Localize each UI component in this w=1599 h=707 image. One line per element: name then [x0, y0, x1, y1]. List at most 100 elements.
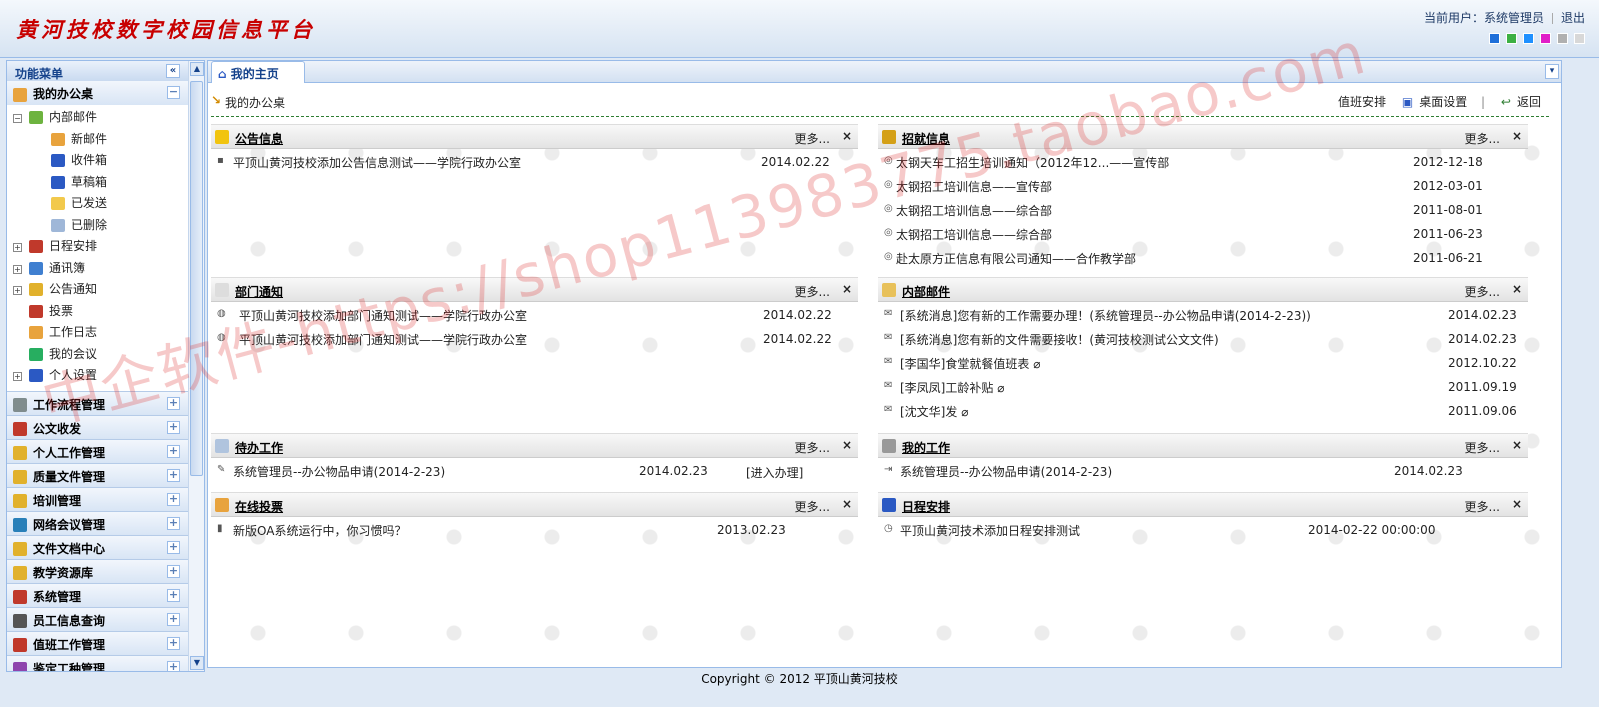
tab-home[interactable]: ⌂ 我的主页: [211, 61, 305, 83]
expand-icon[interactable]: +: [167, 540, 180, 554]
skin-swatch[interactable]: [1506, 33, 1517, 44]
expand-icon[interactable]: +: [167, 468, 180, 482]
menu-section[interactable]: 值班工作管理 +: [7, 630, 188, 655]
scroll-thumb[interactable]: [190, 81, 203, 476]
menu-section[interactable]: 工作流程管理 +: [7, 390, 188, 415]
menu-section[interactable]: 个人工作管理 +: [7, 438, 188, 463]
tab-menu-icon[interactable]: ▾: [1545, 64, 1559, 79]
menu-section[interactable]: 公文收发 +: [7, 414, 188, 439]
scroll-down-icon[interactable]: ▼: [190, 656, 204, 670]
sidebar-item[interactable]: 收件箱: [7, 150, 188, 172]
scroll-up-icon[interactable]: ▲: [190, 62, 204, 76]
panel-title[interactable]: 部门通知: [235, 283, 283, 300]
more-link[interactable]: 更多...: [1465, 439, 1500, 456]
item-link[interactable]: 平顶山黄河技校添加部门通知测试——学院行政办公室: [239, 307, 527, 324]
sidebar-item[interactable]: 新邮件: [7, 129, 188, 151]
sidebar-scrollbar[interactable]: ▲ ▼: [188, 61, 204, 671]
close-icon[interactable]: ×: [842, 497, 852, 511]
panel-title[interactable]: 在线投票: [235, 498, 283, 515]
item-link[interactable]: [李国华]食堂就餐值班表 ⌀: [900, 355, 1040, 372]
sidebar-item[interactable]: 投票: [7, 301, 188, 323]
close-icon[interactable]: ×: [1512, 438, 1522, 452]
item-link[interactable]: 太钢招工培训信息——综合部: [896, 202, 1052, 219]
duty-link[interactable]: 值班安排: [1338, 95, 1386, 109]
item-link[interactable]: 太钢天车工招生培训通知（2012年12...——宣传部: [896, 154, 1169, 171]
menu-section[interactable]: 质量文件管理 +: [7, 462, 188, 487]
logout-link[interactable]: 退出: [1561, 11, 1585, 25]
sidebar-item[interactable]: 草稿箱: [7, 172, 188, 194]
menu-section[interactable]: 鉴定工种管理 +: [7, 654, 188, 671]
item-link[interactable]: 太钢招工培训信息——宣传部: [896, 178, 1052, 195]
item-link[interactable]: [系统消息]您有新的工作需要办理！(系统管理员--办公物品申请(2014-2-2…: [900, 307, 1311, 324]
skin-swatch[interactable]: [1557, 33, 1568, 44]
item-link[interactable]: [沈文华]发 ⌀: [900, 403, 968, 420]
panel-title[interactable]: 内部邮件: [902, 283, 950, 300]
item-link[interactable]: 平顶山黄河技术添加日程安排测试: [900, 522, 1080, 539]
more-link[interactable]: 更多...: [1465, 130, 1500, 147]
sidebar-item[interactable]: − 内部邮件: [7, 107, 188, 129]
desk-settings-button[interactable]: ▣ 桌面设置: [1396, 95, 1467, 109]
sidebar-item[interactable]: 我的会议: [7, 344, 188, 366]
skin-swatch[interactable]: [1574, 33, 1585, 44]
item-link[interactable]: 新版OA系统运行中，你习惯吗？: [233, 522, 406, 539]
menu-section[interactable]: 网络会议管理 +: [7, 510, 188, 535]
more-link[interactable]: 更多...: [795, 498, 830, 515]
skin-swatch[interactable]: [1523, 33, 1534, 44]
item-link[interactable]: 赴太原方正信息有限公司通知——合作教学部: [896, 250, 1136, 267]
process-link[interactable]: [进入办理]: [746, 464, 803, 481]
item-link[interactable]: 平顶山黄河技校添加公告信息测试——学院行政办公室: [233, 154, 521, 171]
item-link[interactable]: 系统管理员--办公物品申请(2014-2-23): [233, 463, 445, 480]
skin-swatch[interactable]: [1489, 33, 1500, 44]
panel-title[interactable]: 公告信息: [235, 130, 283, 147]
sidebar-item[interactable]: + 通讯簿: [7, 258, 188, 280]
more-link[interactable]: 更多...: [795, 130, 830, 147]
panel-title[interactable]: 招就信息: [902, 130, 950, 147]
close-icon[interactable]: ×: [842, 438, 852, 452]
close-icon[interactable]: ×: [1512, 497, 1522, 511]
expand-icon[interactable]: +: [167, 564, 180, 578]
expand-icon[interactable]: +: [13, 243, 22, 252]
menu-section[interactable]: 培训管理 +: [7, 486, 188, 511]
panel-title[interactable]: 我的工作: [902, 439, 950, 456]
sidebar-item[interactable]: 已删除: [7, 215, 188, 237]
item-link[interactable]: [系统消息]您有新的文件需要接收！(黄河技校测试公文文件): [900, 331, 1219, 348]
item-link[interactable]: 平顶山黄河技校添加部门通知测试——学院行政办公室: [239, 331, 527, 348]
sidebar-item[interactable]: + 日程安排: [7, 236, 188, 258]
section-my-desk[interactable]: 我的办公桌 −: [7, 81, 188, 105]
item-link[interactable]: 系统管理员--办公物品申请(2014-2-23): [900, 463, 1112, 480]
close-icon[interactable]: ×: [1512, 129, 1522, 143]
expand-icon[interactable]: +: [13, 264, 22, 274]
more-link[interactable]: 更多...: [1465, 283, 1500, 300]
collapse-icon[interactable]: −: [13, 114, 22, 123]
sidebar-item[interactable]: 工作日志: [7, 322, 188, 344]
expand-icon[interactable]: +: [13, 286, 22, 295]
more-link[interactable]: 更多...: [795, 283, 830, 300]
close-icon[interactable]: ×: [842, 129, 852, 143]
skin-swatch[interactable]: [1540, 33, 1551, 44]
back-button[interactable]: ↩ 返回: [1495, 95, 1541, 109]
expand-icon[interactable]: +: [167, 444, 180, 458]
more-link[interactable]: 更多...: [795, 439, 830, 456]
expand-icon[interactable]: +: [167, 588, 180, 602]
sidebar-item[interactable]: + 公告通知: [7, 279, 188, 301]
menu-section[interactable]: 教学资源库 +: [7, 558, 188, 583]
panel-title[interactable]: 待办工作: [235, 439, 283, 456]
menu-section[interactable]: 系统管理 +: [7, 582, 188, 607]
sidebar-item[interactable]: + 个人设置: [7, 365, 188, 387]
close-icon[interactable]: ×: [842, 282, 852, 296]
menu-section[interactable]: 文件文档中心 +: [7, 534, 188, 559]
close-icon[interactable]: ×: [1512, 282, 1522, 296]
expand-icon[interactable]: +: [167, 516, 180, 530]
expand-icon[interactable]: +: [167, 636, 180, 650]
sidebar-item[interactable]: 已发送: [7, 193, 188, 215]
more-link[interactable]: 更多...: [1465, 498, 1500, 515]
collapse-sidebar-icon[interactable]: «: [166, 64, 180, 78]
expand-icon[interactable]: +: [167, 492, 180, 506]
menu-section[interactable]: 员工信息查询 +: [7, 606, 188, 631]
item-link[interactable]: 太钢招工培训信息——综合部: [896, 226, 1052, 243]
expand-icon[interactable]: +: [167, 612, 180, 626]
item-link[interactable]: [李凤凤]工龄补贴 ⌀: [900, 379, 1004, 396]
expand-icon[interactable]: +: [167, 420, 180, 434]
collapse-icon[interactable]: −: [167, 86, 180, 99]
expand-icon[interactable]: +: [167, 396, 180, 410]
